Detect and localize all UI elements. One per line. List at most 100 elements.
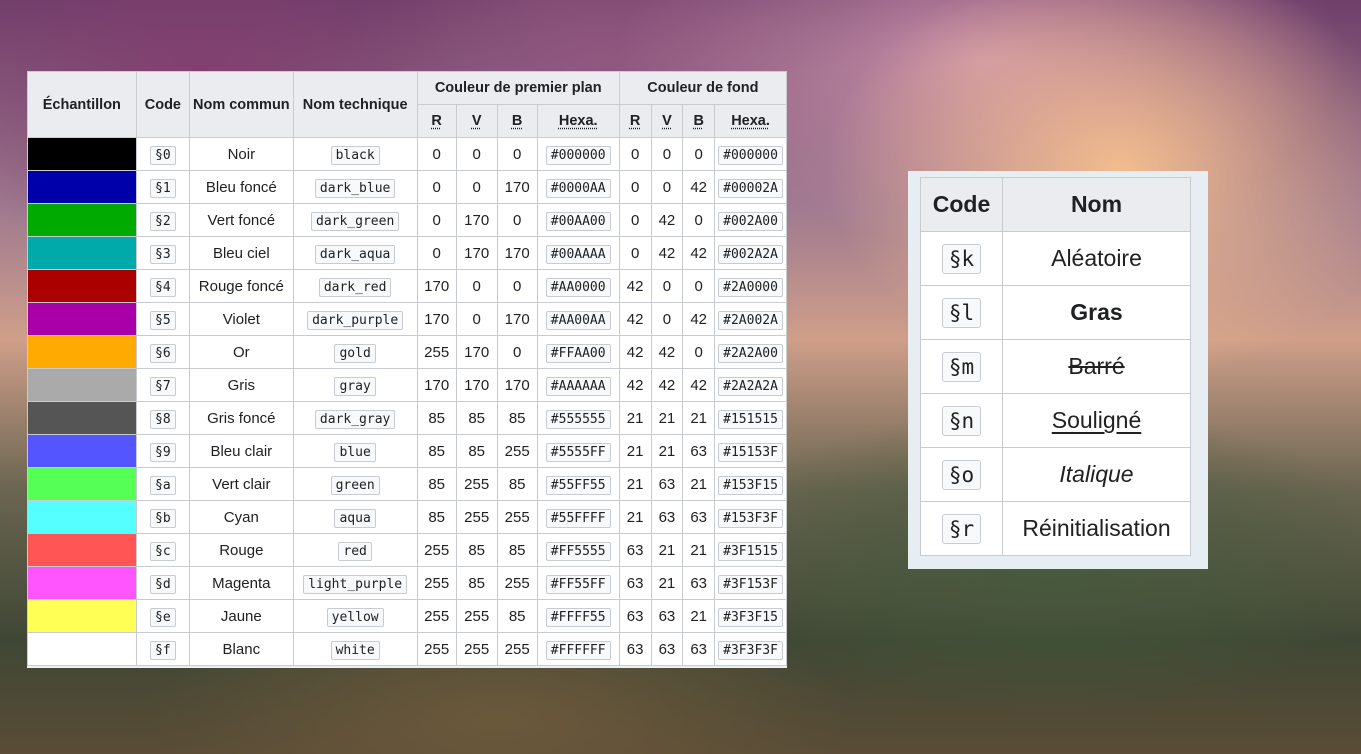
bg-b-cell: 0 [682, 335, 716, 369]
format-header-name: Nom [1002, 177, 1191, 232]
bg-b-cell: 63 [682, 566, 716, 600]
technical-name-value: dark_blue [314, 178, 396, 198]
code-cell: §4 [135, 269, 191, 303]
format-name-cell: Réinitialisation [1002, 501, 1191, 556]
format-rows: §k Aléatoire §l Gras §m Barré §n Souligné §o Ital… [920, 231, 1191, 556]
color-swatch [27, 269, 137, 303]
color-rows: §0 Noir black 0 0 0 #000000 0 0 0 #000000 §1 Bleu fo… [27, 137, 787, 666]
bg-b-cell: 63 [682, 434, 716, 468]
fg-hex-cell: #FF55FF [536, 566, 620, 600]
code-cell: §b [135, 500, 191, 534]
bg-b-cell: 63 [682, 500, 716, 534]
fg-r-cell: 0 [416, 137, 457, 171]
technical-name-cell: dark_purple [292, 302, 418, 336]
fg-v-cell: 255 [455, 500, 498, 534]
fg-hex-cell: #AA0000 [536, 269, 620, 303]
code-cell: §7 [135, 368, 191, 402]
fg-v-cell: 255 [455, 632, 498, 666]
common-name-cell: Magenta [189, 566, 294, 600]
bg-r-cell: 63 [618, 599, 652, 633]
bg-hex-value: #3F1515 [718, 541, 783, 561]
bg-v-cell: 42 [650, 203, 684, 237]
format-code-value: §r [941, 514, 982, 544]
table-row: §c Rouge red 255 85 85 #FF5555 63 21 21 #3F1515 [27, 533, 787, 567]
table-row: §m Barré [920, 339, 1191, 394]
code-value: §7 [150, 376, 176, 396]
bg-r-cell: 42 [618, 368, 652, 402]
code-value: §2 [150, 211, 176, 231]
table-row: §f Blanc white 255 255 255 #FFFFFF 63 63 63 #3F3F3… [27, 632, 787, 666]
common-name-cell: Rouge foncé [189, 269, 294, 303]
color-swatch [27, 137, 137, 171]
fg-v-cell: 85 [455, 401, 498, 435]
fg-hex-cell: #5555FF [536, 434, 620, 468]
technical-name-value: green [330, 475, 380, 495]
common-name-cell: Or [189, 335, 294, 369]
bg-b-cell: 0 [682, 203, 716, 237]
table-row: §8 Gris foncé dark_gray 85 85 85 #555555 21 21 21… [27, 401, 787, 435]
fg-r-cell: 0 [416, 236, 457, 270]
fg-v-cell: 0 [455, 269, 498, 303]
technical-name-value: dark_red [318, 277, 392, 297]
format-code-value: §o [941, 460, 982, 490]
technical-name-cell: light_purple [292, 566, 418, 600]
code-value: §0 [150, 145, 176, 165]
common-name-cell: Rouge [189, 533, 294, 567]
color-swatch [27, 599, 137, 633]
header-fg-v: V [455, 104, 498, 138]
bg-r-cell: 42 [618, 302, 652, 336]
common-name-cell: Bleu clair [189, 434, 294, 468]
common-name-cell: Gris [189, 368, 294, 402]
bg-b-cell: 21 [682, 401, 716, 435]
fg-r-cell: 85 [416, 500, 457, 534]
technical-name-cell: gold [292, 335, 418, 369]
bg-hex-cell: #153F15 [714, 467, 787, 501]
fg-b-cell: 0 [496, 137, 538, 171]
technical-name-value: gray [334, 376, 376, 396]
fg-hex-value: #000000 [545, 145, 611, 165]
technical-name-value: dark_gray [314, 409, 396, 429]
table-row: §7 Gris gray 170 170 170 #AAAAAA 42 42 42 #2A2A2A [27, 368, 787, 402]
fg-b-cell: 170 [496, 236, 538, 270]
bg-b-cell: 63 [682, 632, 716, 666]
fg-hex-value: #FFFFFF [545, 640, 611, 660]
header-sample: Échantillon [27, 71, 137, 138]
fg-b-cell: 255 [496, 500, 538, 534]
fg-b-cell: 255 [496, 434, 538, 468]
fg-hex-cell: #AA00AA [536, 302, 620, 336]
fg-hex-cell: #FFAA00 [536, 335, 620, 369]
header-common-name: Nom commun [189, 71, 294, 138]
bg-r-cell: 42 [618, 335, 652, 369]
fg-hex-value: #0000AA [545, 178, 611, 198]
technical-name-cell: dark_red [292, 269, 418, 303]
bg-hex-cell: #000000 [714, 137, 787, 171]
bg-hex-value: #2A0000 [718, 277, 783, 297]
fg-hex-cell: #FFFFFF [536, 632, 620, 666]
fg-r-cell: 170 [416, 302, 457, 336]
fg-b-cell: 85 [496, 467, 538, 501]
fg-v-cell: 255 [455, 599, 498, 633]
format-name-label: Italique [1059, 461, 1134, 487]
bg-hex-value: #2A2A2A [718, 376, 783, 396]
technical-name-cell: yellow [292, 599, 418, 633]
common-name-cell: Cyan [189, 500, 294, 534]
bg-hex-cell: #002A00 [714, 203, 787, 237]
code-cell: §5 [135, 302, 191, 336]
fg-hex-value: #AAAAAA [545, 376, 611, 396]
format-name-label: Gras [1070, 299, 1123, 325]
bg-b-cell: 42 [682, 170, 716, 204]
fg-hex-cell: #555555 [536, 401, 620, 435]
technical-name-value: dark_aqua [314, 244, 396, 264]
bg-hex-cell: #002A2A [714, 236, 787, 270]
fg-b-cell: 170 [496, 368, 538, 402]
code-cell: §9 [135, 434, 191, 468]
fg-v-cell: 0 [455, 302, 498, 336]
fg-hex-value: #AA00AA [545, 310, 611, 330]
fg-r-cell: 255 [416, 632, 457, 666]
code-value: §5 [150, 310, 176, 330]
color-swatch [27, 335, 137, 369]
bg-hex-cell: #2A002A [714, 302, 787, 336]
table-row: §5 Violet dark_purple 170 0 170 #AA00AA 42 0 42 #2… [27, 302, 787, 336]
fg-v-cell: 170 [455, 335, 498, 369]
bg-v-cell: 42 [650, 335, 684, 369]
